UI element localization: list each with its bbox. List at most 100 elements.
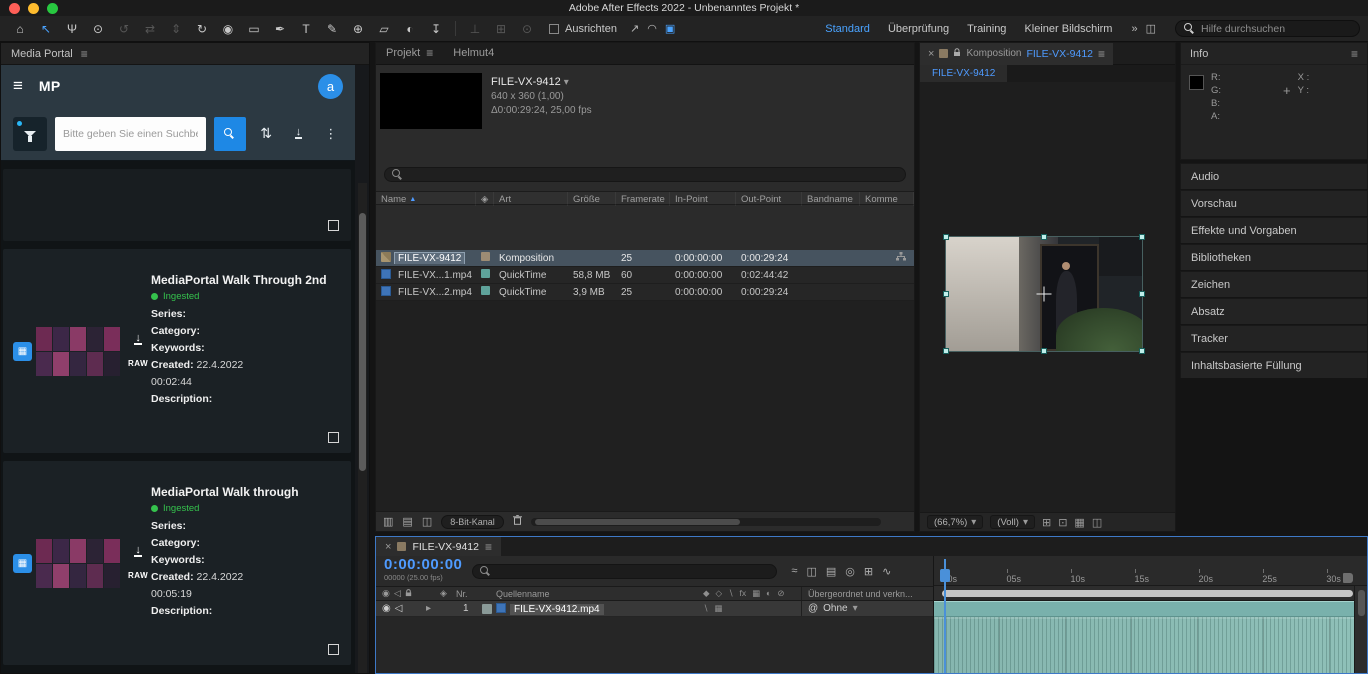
chevron-down-icon[interactable]: ▾ <box>564 77 569 88</box>
layer-waveform[interactable] <box>934 617 1367 673</box>
item-name[interactable]: FILE-VX...2.mp4 <box>395 287 475 298</box>
media-title[interactable]: MediaPortal Walk through <box>151 485 331 499</box>
scrollbar-thumb[interactable] <box>535 519 740 525</box>
column-header-outpoint[interactable]: Out-Point <box>736 192 802 206</box>
viewer-tab[interactable]: FILE-VX-9412 <box>920 65 1007 82</box>
item-name[interactable]: FILE-VX-9412 <box>395 253 464 264</box>
selection-tool[interactable]: ↖ <box>34 19 58 39</box>
project-search-input[interactable] <box>408 169 898 180</box>
panel-tab[interactable]: Projekt≡ <box>376 42 443 64</box>
frame-blending-icon[interactable]: ▤ <box>826 565 836 578</box>
panel-tab[interactable]: Helmut4 <box>443 42 504 64</box>
thumbnail-strip[interactable] <box>36 327 122 376</box>
frame-blend-switch-icon[interactable]: ▦ <box>752 588 760 599</box>
label-color-chip[interactable] <box>481 286 490 295</box>
eraser-tool[interactable]: ▱ <box>372 19 396 39</box>
avatar[interactable]: a <box>318 74 343 99</box>
comp-marker-bin[interactable] <box>1343 573 1353 583</box>
anchor-point-crosshair[interactable] <box>1037 287 1052 302</box>
layer-name[interactable]: FILE-VX-9412.mp4 <box>510 604 604 615</box>
effects-switch-icon[interactable]: fx <box>740 588 747 599</box>
pickwhip-icon[interactable]: @ <box>808 603 818 614</box>
collapsed-panel-header[interactable]: Vorschau <box>1180 190 1368 216</box>
motion-blur-icon[interactable]: ◎ <box>845 565 855 578</box>
color-depth-button[interactable]: 8-Bit-Kanal <box>441 515 504 529</box>
selection-handle[interactable] <box>1041 348 1047 354</box>
project-search[interactable] <box>384 167 906 182</box>
hand-tool[interactable]: Ψ <box>60 19 84 39</box>
collapsed-panel-header[interactable]: Zeichen <box>1180 271 1368 297</box>
lock-icon[interactable] <box>405 589 412 599</box>
resolution-dropdown[interactable]: (Voll)▾ <box>990 515 1035 529</box>
column-header-type[interactable]: Art <box>494 192 568 206</box>
playhead-handle[interactable] <box>940 569 950 582</box>
column-header-label[interactable]: ◈ <box>476 192 494 206</box>
label-color-chip[interactable] <box>481 252 490 261</box>
filter-button[interactable] <box>13 117 47 151</box>
column-header-name[interactable]: Name▲ <box>376 192 476 206</box>
brainstorm-icon[interactable]: ⊞ <box>864 565 873 578</box>
horizontal-scrollbar[interactable] <box>531 518 881 526</box>
pan-camera-tool[interactable]: ⇄ <box>138 19 162 39</box>
layer-audio-toggle[interactable]: ◁ <box>395 603 403 614</box>
help-search[interactable] <box>1175 20 1360 37</box>
collapsed-panel-header[interactable]: Tracker <box>1180 325 1368 351</box>
graph-editor-icon[interactable]: ∿ <box>882 565 891 578</box>
collapsed-panel-header[interactable]: Inhaltsbasierte Füllung <box>1180 352 1368 378</box>
expand-icon[interactable]: ↗ <box>627 22 642 35</box>
dolly-camera-tool[interactable]: ⇕ <box>164 19 188 39</box>
media-card[interactable]: ▦ ↓ RAW MediaPortal Walk through <box>3 461 351 665</box>
collapsed-panel-header[interactable]: Effekte und Vorgaben <box>1180 217 1368 243</box>
zoom-tool[interactable]: ⊙ <box>86 19 110 39</box>
media-card[interactable]: ▦ ↓ RAW MediaPortal Walk Through 2nd <box>3 249 351 453</box>
collapsed-panel-header[interactable]: Bibliotheken <box>1180 244 1368 270</box>
panel-menu-icon[interactable]: ≡ <box>485 540 492 554</box>
snapping-icon[interactable]: ◠ <box>644 22 660 35</box>
lock-icon[interactable] <box>953 48 961 60</box>
parent-dropdown[interactable]: Ohne <box>823 603 847 614</box>
selection-handle[interactable] <box>1139 348 1145 354</box>
workspace-switcher-icon[interactable]: ◫ <box>1143 22 1159 35</box>
pen-tool[interactable]: ✒ <box>268 19 292 39</box>
minimize-window-button[interactable] <box>28 3 39 14</box>
timeline-tab[interactable]: × FILE-VX-9412 ≡ <box>376 537 501 556</box>
workspace-tab[interactable]: Training <box>967 23 1006 35</box>
puppet-pin-tool[interactable]: ↧ <box>424 19 448 39</box>
close-window-button[interactable] <box>9 3 20 14</box>
media-search-input[interactable] <box>55 117 206 151</box>
layer-row[interactable]: ◉ ◁ ▸ 1 FILE-VX-9412.mp4 ∖ ▦ @ Ohne <box>376 601 933 617</box>
interpret-footage-icon[interactable]: ▥ <box>383 515 393 528</box>
quality-switch-icon[interactable]: ∖ <box>728 588 733 599</box>
scrollbar-thumb[interactable] <box>1358 590 1365 616</box>
media-search-button[interactable] <box>214 117 246 151</box>
project-row[interactable]: FILE-VX-9412 Komposition 25 0:00:00:00 0… <box>376 250 914 267</box>
timeline-search[interactable] <box>472 564 777 579</box>
new-folder-icon[interactable]: ▤ <box>402 515 412 528</box>
video-frame[interactable] <box>946 237 1142 351</box>
help-search-input[interactable] <box>1201 23 1351 35</box>
sort-list-icon[interactable]: ⇅ <box>254 121 278 147</box>
composition-tab[interactable]: × Komposition FILE-VX-9412 ≡ <box>920 43 1113 65</box>
column-header-inpoint[interactable]: In-Point <box>670 192 736 206</box>
mask-visibility-icon[interactable]: ◫ <box>1092 516 1102 529</box>
align-checkbox[interactable] <box>549 24 559 34</box>
card-checkbox[interactable] <box>328 432 339 443</box>
download-icon[interactable]: ↓ <box>134 334 142 345</box>
vertical-scrollbar[interactable] <box>1354 586 1367 673</box>
scrollbar[interactable] <box>358 183 367 673</box>
selection-handle[interactable] <box>1139 234 1145 240</box>
more-workspaces-chevron[interactable]: » <box>1128 23 1140 35</box>
collapsed-panel-header[interactable]: Absatz <box>1180 298 1368 324</box>
new-composition-icon[interactable]: ◫ <box>422 515 432 528</box>
home-tool[interactable]: ⌂ <box>8 19 32 39</box>
rotation-tool[interactable]: ↻ <box>190 19 214 39</box>
trash-icon[interactable] <box>513 515 522 528</box>
time-ruler[interactable]: :00s05s10s15s20s25s30s <box>934 556 1367 586</box>
layer-quality-switch[interactable]: ∖ <box>703 603 708 614</box>
card-checkbox[interactable] <box>328 644 339 655</box>
composition-viewer[interactable] <box>920 82 1175 512</box>
orbit-camera-tool[interactable]: ↺ <box>112 19 136 39</box>
panel-menu-icon[interactable]: ≡ <box>426 46 433 60</box>
column-header-bandname[interactable]: Bandname <box>802 192 860 206</box>
composition-flowchart-icon[interactable]: ≈ <box>791 565 797 578</box>
